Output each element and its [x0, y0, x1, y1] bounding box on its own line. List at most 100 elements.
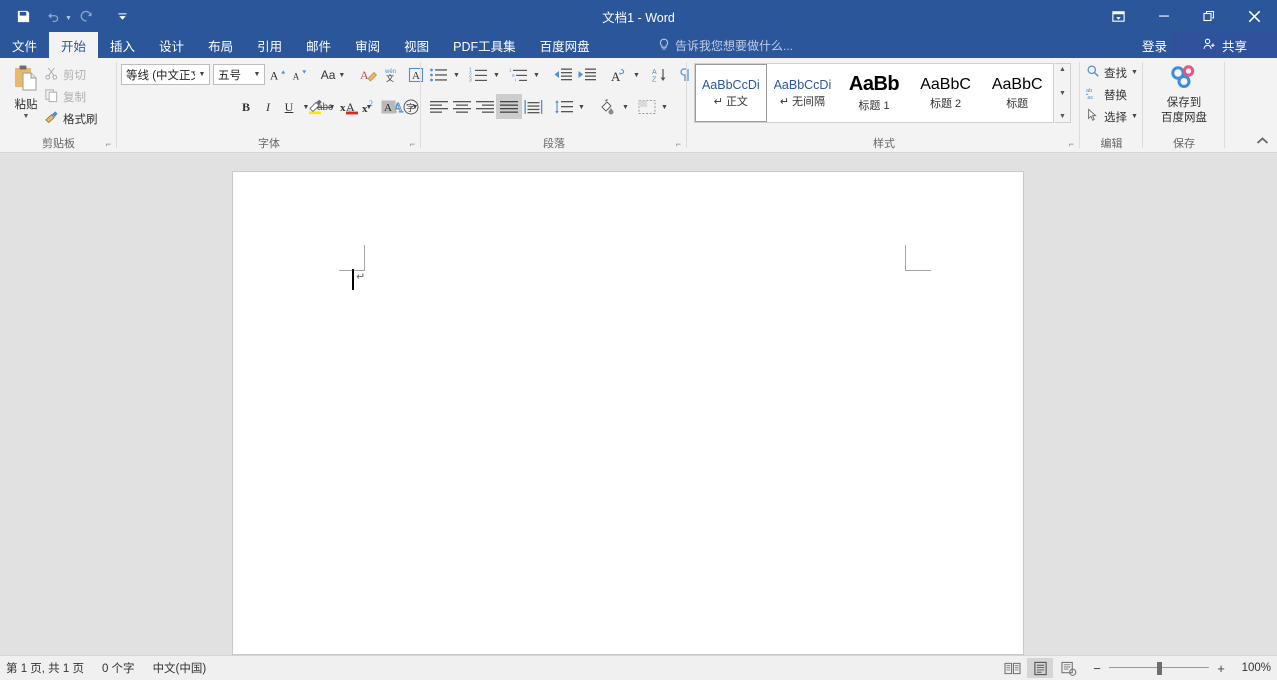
tab-home[interactable]: 开始	[49, 32, 98, 58]
shading-dropdown-icon[interactable]: ▼	[619, 96, 632, 118]
numbering-dropdown-icon[interactable]: ▼	[490, 64, 503, 86]
replace-button[interactable]: abac 替换	[1086, 86, 1127, 103]
text-highlight-dropdown-icon[interactable]: ▼	[326, 96, 338, 118]
page-count-status[interactable]: 第 1 页, 共 1 页	[6, 660, 84, 676]
paste-dropdown-icon[interactable]: ▼	[23, 113, 30, 120]
tab-references[interactable]: 引用	[245, 32, 294, 58]
style-normal[interactable]: AaBbCcDi ↵ 正文	[695, 64, 767, 122]
select-button[interactable]: 选择 ▼	[1086, 108, 1138, 125]
style-no-spacing[interactable]: AaBbCcDi ↵ 无间隔	[767, 64, 839, 122]
borders-dropdown-icon[interactable]: ▼	[658, 96, 671, 118]
tab-design[interactable]: 设计	[147, 32, 196, 58]
save-icon[interactable]	[8, 3, 38, 29]
restore-icon[interactable]	[1186, 0, 1231, 32]
character-shading-button[interactable]: A	[378, 96, 400, 118]
asian-layout-dropdown-icon[interactable]: ▼	[630, 64, 643, 86]
style-heading-1[interactable]: AaBb 标题 1	[838, 64, 910, 122]
align-right-button[interactable]	[473, 96, 497, 118]
tab-pdf-tools[interactable]: PDF工具集	[441, 32, 528, 58]
italic-button[interactable]: I	[257, 96, 279, 118]
read-mode-button[interactable]	[999, 658, 1025, 678]
tab-file[interactable]: 文件	[0, 32, 49, 58]
signin-link[interactable]: 登录	[1142, 32, 1167, 58]
tab-mailings[interactable]: 邮件	[294, 32, 343, 58]
align-center-button[interactable]	[450, 96, 474, 118]
line-spacing-button[interactable]	[552, 96, 576, 118]
zoom-slider[interactable]: − +	[1091, 661, 1227, 676]
redo-icon[interactable]	[72, 3, 102, 29]
undo-icon[interactable]	[38, 3, 68, 29]
line-spacing-dropdown-icon[interactable]: ▼	[575, 96, 588, 118]
decrease-indent-button[interactable]	[551, 64, 575, 86]
paste-button[interactable]: 粘贴 ▼	[6, 62, 46, 128]
tell-me-box[interactable]: 告诉我您想要做什么...	[658, 32, 793, 58]
zoom-out-button[interactable]: −	[1091, 661, 1103, 676]
undo-dropdown-icon[interactable]: ▼	[65, 15, 72, 22]
text-highlight-color-button[interactable]	[305, 96, 327, 118]
tab-insert[interactable]: 插入	[98, 32, 147, 58]
share-button[interactable]: 共享	[1172, 32, 1277, 58]
borders-button[interactable]	[635, 96, 659, 118]
font-name-dropdown-icon[interactable]: ▼	[195, 71, 209, 78]
web-layout-button[interactable]	[1055, 658, 1081, 678]
close-icon[interactable]	[1231, 0, 1277, 32]
align-left-button[interactable]	[427, 96, 451, 118]
zoom-in-button[interactable]: +	[1215, 661, 1227, 676]
enclose-characters-button[interactable]: 字	[400, 96, 422, 118]
style-title[interactable]: AaBbC 标题	[981, 64, 1053, 122]
shading-button[interactable]	[596, 96, 620, 118]
font-color-button[interactable]: A	[342, 96, 364, 118]
multilevel-list-button[interactable]: 1ai	[507, 64, 531, 86]
justify-button[interactable]	[496, 94, 522, 119]
find-button[interactable]: 查找 ▼	[1086, 64, 1138, 81]
styles-more-icon[interactable]: ▼	[1059, 113, 1066, 120]
tab-baidu-netdisk[interactable]: 百度网盘	[528, 32, 602, 58]
tab-view[interactable]: 视图	[392, 32, 441, 58]
find-dropdown-icon[interactable]: ▼	[1131, 69, 1138, 76]
zoom-level-label[interactable]: 100%	[1237, 662, 1271, 674]
group-label-editing: 编辑	[1080, 135, 1143, 151]
font-size-dropdown-icon[interactable]: ▼	[250, 71, 264, 78]
save-to-baidu-netdisk-button[interactable]: 保存到 百度网盘	[1155, 62, 1213, 125]
paragraph-dialog-launcher-icon[interactable]: ⌐	[676, 139, 681, 149]
tab-review[interactable]: 审阅	[343, 32, 392, 58]
styles-dialog-launcher-icon[interactable]: ⌐	[1069, 139, 1074, 149]
bullets-dropdown-icon[interactable]: ▼	[450, 64, 463, 86]
scroll-down-icon[interactable]: ▼	[1059, 90, 1066, 97]
minimize-icon[interactable]	[1141, 0, 1186, 32]
distributed-button[interactable]	[522, 96, 546, 118]
asian-layout-button[interactable]: A	[607, 64, 631, 86]
style-mark: ↵	[780, 96, 789, 108]
language-status[interactable]: 中文(中国)	[153, 660, 207, 676]
zoom-track[interactable]	[1109, 661, 1209, 675]
font-name-value: 等线 (中文正文)	[122, 67, 195, 83]
underline-button[interactable]: U	[279, 96, 299, 118]
zoom-thumb[interactable]	[1157, 662, 1162, 675]
document-text[interactable]	[357, 268, 897, 288]
copy-button[interactable]: 复制	[44, 88, 86, 106]
style-heading-2[interactable]: AaBbC 标题 2	[910, 64, 982, 122]
print-layout-button[interactable]	[1027, 658, 1053, 678]
sort-button[interactable]: AZ	[649, 64, 673, 86]
format-painter-button[interactable]: 格式刷	[44, 110, 98, 128]
bold-button[interactable]: B	[235, 96, 257, 118]
multilevel-list-dropdown-icon[interactable]: ▼	[530, 64, 543, 86]
bullets-button[interactable]	[427, 64, 451, 86]
ribbon-display-options-icon[interactable]	[1096, 0, 1141, 32]
collapse-ribbon-icon[interactable]	[1256, 136, 1269, 149]
cut-button[interactable]: 剪切	[44, 66, 86, 84]
tab-layout[interactable]: 布局	[196, 32, 245, 58]
font-color-dropdown-icon[interactable]: ▼	[363, 96, 375, 118]
numbering-button[interactable]: 123	[467, 64, 491, 86]
customize-quick-access-toolbar-icon[interactable]	[108, 3, 138, 29]
word-count-status[interactable]: 0 个字	[102, 660, 135, 676]
font-name-combo[interactable]: 等线 (中文正文) ▼	[121, 64, 210, 85]
select-dropdown-icon[interactable]: ▼	[1131, 113, 1138, 120]
font-size-combo[interactable]: 五号 ▼	[213, 64, 265, 85]
document-page[interactable]: ↵	[232, 171, 1024, 655]
increase-indent-button[interactable]	[575, 64, 599, 86]
styles-gallery-scroll[interactable]: ▲ ▼ ▼	[1055, 63, 1071, 123]
scroll-up-icon[interactable]: ▲	[1059, 66, 1066, 73]
grow-font-button[interactable]: A	[267, 64, 289, 86]
clipboard-dialog-launcher-icon[interactable]: ⌐	[106, 139, 111, 149]
